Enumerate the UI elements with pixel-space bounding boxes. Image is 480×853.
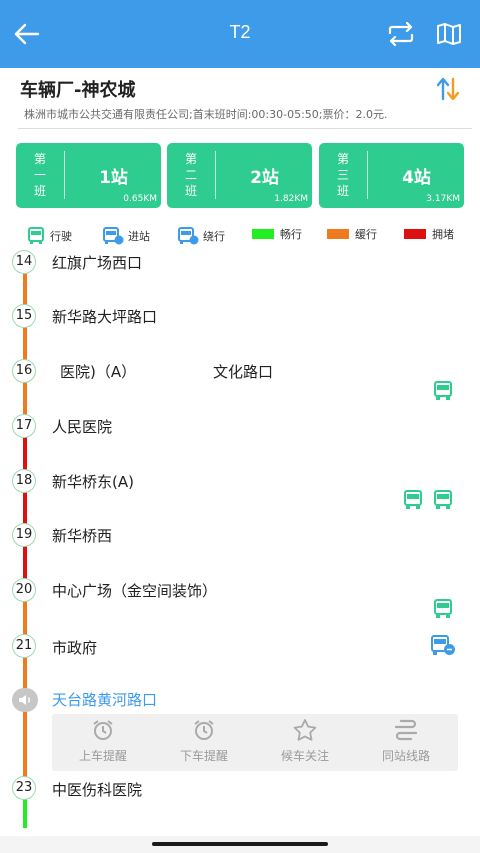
stop-number: 20 bbox=[12, 578, 36, 602]
legend: 行驶 进站 绕行 畅行 缓行 拥堵 bbox=[0, 226, 480, 248]
bus-green-icon[interactable] bbox=[402, 489, 424, 511]
stop-name[interactable]: 中医伤科医院 bbox=[52, 779, 142, 800]
route-line-slow bbox=[23, 262, 27, 422]
shift-card-3[interactable]: 第三班 4站 3.17KM bbox=[319, 143, 464, 208]
legend-smooth: 畅行 bbox=[252, 226, 302, 242]
alarm-clock-icon bbox=[155, 718, 253, 742]
route-info: 株洲市城市公共交通有限责任公司;首末班时间:00:30-05:50;票价：2.0… bbox=[18, 104, 472, 129]
map-icon[interactable] bbox=[432, 18, 466, 50]
smooth-swatch bbox=[252, 229, 274, 239]
shift-label: 第三班 bbox=[336, 152, 349, 198]
stop-number: 23 bbox=[12, 776, 36, 800]
follow-wait-button[interactable]: 候车关注 bbox=[256, 718, 354, 764]
shift-label: 第二班 bbox=[184, 152, 197, 198]
swap-direction-icon[interactable] bbox=[434, 76, 462, 102]
stop-name[interactable]: 医院)（A） bbox=[60, 361, 136, 382]
bus-green-icon[interactable] bbox=[432, 380, 454, 402]
shift-distance: 3.17KM bbox=[426, 194, 460, 204]
stop-actions-panel: 上车提醒 下车提醒 候车关注 同站线路 bbox=[52, 714, 458, 771]
top-bar: T2 bbox=[0, 0, 480, 68]
bus-detour-icon bbox=[178, 227, 199, 245]
stop-number: 15 bbox=[12, 304, 36, 328]
route-line-jam bbox=[23, 422, 27, 580]
shift-distance: 1.82KM bbox=[274, 194, 308, 204]
legend-running: 行驶 bbox=[26, 226, 72, 246]
stop-name-overlap: 文化路口 bbox=[213, 363, 274, 381]
speaker-icon[interactable] bbox=[12, 688, 38, 712]
legend-slow: 缓行 bbox=[327, 226, 377, 242]
stop-name[interactable]: 市政府 bbox=[52, 637, 97, 658]
divider bbox=[367, 151, 368, 199]
shift-distance: 0.65KM bbox=[123, 194, 157, 204]
home-indicator[interactable] bbox=[152, 842, 328, 846]
bus-green-icon bbox=[28, 227, 44, 244]
legend-detour: 绕行 bbox=[177, 226, 225, 246]
stop-number: 16 bbox=[12, 359, 36, 383]
stop-number: 17 bbox=[12, 414, 36, 438]
bus-green-icon[interactable] bbox=[432, 598, 454, 620]
slow-swatch bbox=[327, 229, 349, 239]
stop-number: 21 bbox=[12, 634, 36, 658]
board-reminder-button[interactable]: 上车提醒 bbox=[54, 718, 152, 764]
stop-name[interactable]: 新华桥西 bbox=[52, 525, 112, 546]
shift-label: 第一班 bbox=[33, 152, 46, 198]
stop-number: 19 bbox=[12, 523, 36, 547]
current-stop-name[interactable]: 天台路黄河路口 bbox=[52, 689, 157, 710]
alight-reminder-button[interactable]: 下车提醒 bbox=[155, 718, 253, 764]
stop-name[interactable]: 中心广场（金空间装饰） bbox=[52, 580, 217, 601]
stop-name[interactable]: 新华桥东(A) bbox=[52, 471, 134, 492]
stop-name[interactable]: 红旗广场西口 bbox=[52, 252, 142, 273]
divider bbox=[64, 151, 65, 199]
divider bbox=[215, 151, 216, 199]
bus-blue-icon bbox=[103, 227, 124, 245]
shift-card-1[interactable]: 第一班 1站 0.65KM bbox=[16, 143, 161, 208]
stop-number: 14 bbox=[12, 250, 36, 274]
bus-blue-icon[interactable] bbox=[430, 634, 456, 658]
shift-stations: 1站 bbox=[99, 168, 128, 188]
shift-card-2[interactable]: 第二班 2站 1.82KM bbox=[167, 143, 312, 208]
route-transfer-icon bbox=[357, 718, 455, 742]
route-name: 车辆厂-神农城 bbox=[20, 80, 136, 101]
same-stop-routes-button[interactable]: 同站线路 bbox=[357, 718, 455, 764]
shift-stations: 4站 bbox=[402, 168, 431, 188]
alarm-clock-icon bbox=[54, 718, 152, 742]
stop-name[interactable]: 人民医院 bbox=[52, 416, 112, 437]
jam-swatch bbox=[404, 229, 426, 239]
stop-name[interactable]: 新华路大坪路口 bbox=[52, 306, 157, 327]
stop-number: 18 bbox=[12, 469, 36, 493]
route-line-slow bbox=[23, 580, 27, 792]
star-icon bbox=[256, 718, 354, 742]
legend-arriving: 进站 bbox=[102, 226, 150, 246]
refresh-direction-icon[interactable] bbox=[384, 18, 418, 50]
bus-green-icon[interactable] bbox=[432, 489, 454, 511]
legend-jam: 拥堵 bbox=[404, 226, 454, 242]
shift-stations: 2站 bbox=[250, 168, 279, 188]
